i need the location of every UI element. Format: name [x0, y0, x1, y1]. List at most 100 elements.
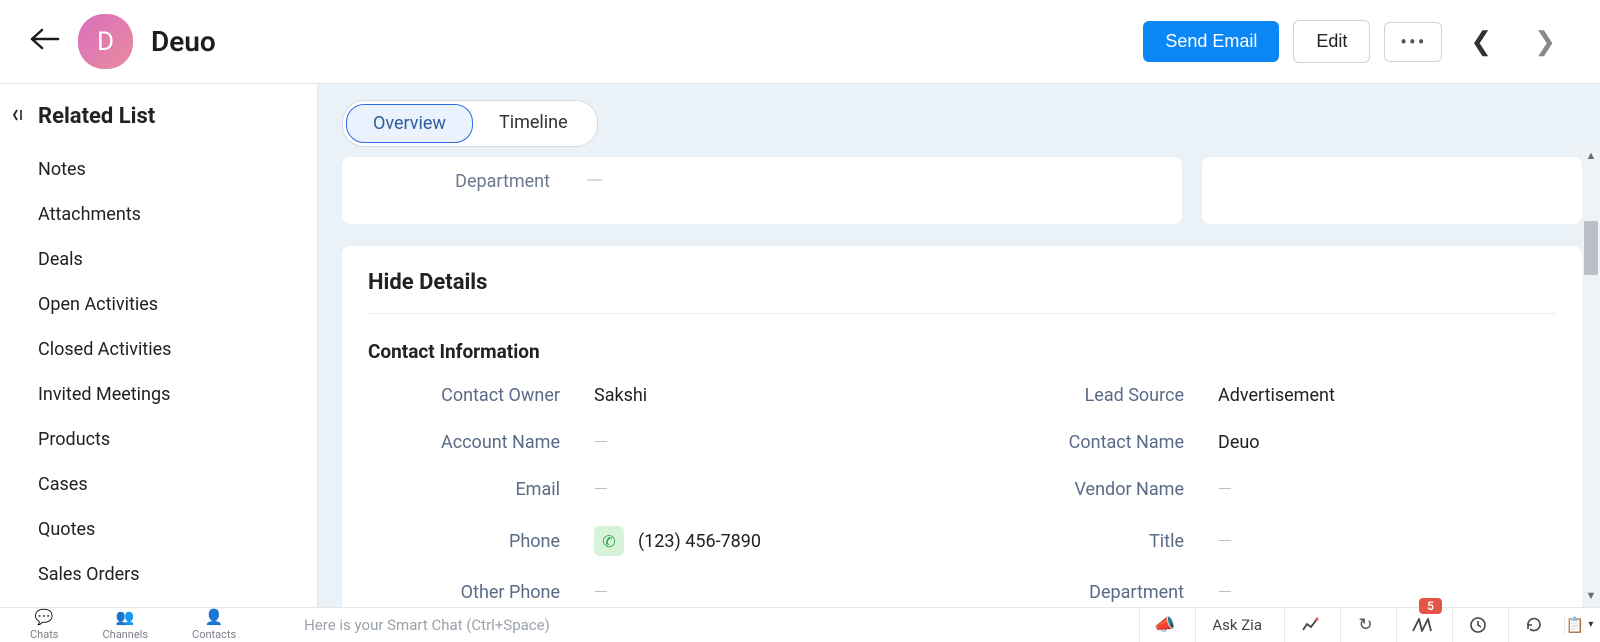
- field-value: Sakshi: [594, 385, 647, 406]
- header-left: D Deuo: [30, 14, 216, 69]
- field-label: Department: [992, 582, 1184, 603]
- sidebar-header: Related List: [8, 104, 309, 129]
- summary-card-right: [1202, 157, 1582, 224]
- back-arrow-icon[interactable]: [30, 27, 60, 57]
- prev-record-icon[interactable]: ❮: [1456, 23, 1506, 61]
- sidebar-title: Related List: [38, 104, 155, 129]
- vendor-name-field: Vendor Name —: [992, 479, 1556, 500]
- sidebar-item-open-activities[interactable]: Open Activities: [8, 282, 309, 327]
- field-value: Deuo: [1218, 432, 1260, 453]
- details-card: Hide Details Contact Information Contact…: [342, 246, 1582, 607]
- zia-icon[interactable]: 5: [1396, 608, 1446, 642]
- footer-tab-label: Contacts: [192, 628, 236, 641]
- edit-button[interactable]: Edit: [1293, 20, 1370, 63]
- tabs-pill: Overview Timeline: [342, 100, 598, 147]
- footer-left: 💬 Chats 👥 Channels 👤 Contacts Here is yo…: [0, 608, 550, 641]
- department-row: Department —: [368, 169, 1156, 194]
- sidebar-item-cases[interactable]: Cases: [8, 462, 309, 507]
- scroll-thumb[interactable]: [1584, 221, 1598, 275]
- contact-owner-field: Contact Owner Sakshi: [368, 385, 932, 406]
- field-value: ✆ (123) 456-7890: [594, 526, 761, 556]
- sidebar-item-attachments[interactable]: Attachments: [8, 192, 309, 237]
- department-label: Department: [368, 171, 550, 192]
- record-header: D Deuo Send Email Edit ••• ❮ ❯: [0, 0, 1600, 84]
- department-detail-field: Department —: [992, 582, 1556, 603]
- sidebar-item-quotes[interactable]: Quotes: [8, 507, 309, 552]
- contacts-icon: 👤: [205, 608, 224, 626]
- smart-chat-input[interactable]: Here is your Smart Chat (Ctrl+Space): [304, 616, 550, 634]
- sidebar-item-products[interactable]: Products: [8, 417, 309, 462]
- field-value: —: [594, 432, 608, 453]
- announce-icon[interactable]: 📣: [1139, 608, 1189, 642]
- footer-tab-channels[interactable]: 👥 Channels: [102, 608, 148, 641]
- record-avatar: D: [78, 14, 133, 69]
- field-value: —: [594, 582, 608, 603]
- phone-icon[interactable]: ✆: [594, 526, 624, 556]
- phone-field: Phone ✆ (123) 456-7890: [368, 526, 932, 556]
- field-value: —: [1218, 479, 1232, 500]
- body: Related List Notes Attachments Deals Ope…: [0, 84, 1600, 607]
- dropdown-arrow-icon: ▾: [1588, 619, 1593, 630]
- content-scroll[interactable]: Department — Hide Details Contact Inform…: [318, 147, 1600, 607]
- field-label: Phone: [368, 531, 560, 552]
- refresh-icon[interactable]: ↻: [1340, 608, 1390, 642]
- sidebar-item-notes[interactable]: Notes: [8, 147, 309, 192]
- record-title: Deuo: [151, 25, 216, 58]
- summary-row: Department —: [342, 157, 1582, 224]
- field-value: —: [594, 479, 608, 500]
- scroll-up-icon[interactable]: ▲: [1582, 149, 1600, 165]
- email-field: Email —: [368, 479, 932, 500]
- content-scrollbar[interactable]: ▲ ▼: [1582, 147, 1600, 607]
- tabs-bar: Overview Timeline: [318, 84, 1600, 147]
- scroll-down-icon[interactable]: ▼: [1582, 589, 1600, 605]
- history-icon[interactable]: [1508, 608, 1558, 642]
- title-field: Title —: [992, 526, 1556, 556]
- hide-details-toggle[interactable]: Hide Details: [368, 270, 1556, 314]
- chat-icon: 💬: [35, 608, 54, 626]
- field-label: Vendor Name: [992, 479, 1184, 500]
- footer-tab-label: Channels: [102, 628, 148, 641]
- contact-info-title: Contact Information: [368, 340, 1556, 363]
- sidebar-list: Notes Attachments Deals Open Activities …: [8, 147, 309, 597]
- more-actions-button[interactable]: •••: [1384, 22, 1442, 62]
- collapse-sidebar-icon[interactable]: [12, 108, 26, 126]
- lead-source-field: Lead Source Advertisement: [992, 385, 1556, 406]
- field-value: Advertisement: [1218, 385, 1335, 406]
- summary-card-left: Department —: [342, 157, 1182, 224]
- contact-name-field: Contact Name Deuo: [992, 432, 1556, 453]
- field-value: —: [1218, 531, 1232, 552]
- phone-number-text: (123) 456-7890: [638, 531, 761, 552]
- field-label: Account Name: [368, 432, 560, 453]
- sidebar-item-closed-activities[interactable]: Closed Activities: [8, 327, 309, 372]
- footer-right: 📣 Ask Zia ↻ 5 📋▾: [1139, 608, 1600, 642]
- clipboard-icon[interactable]: 📋▾: [1564, 616, 1594, 634]
- field-label: Contact Owner: [368, 385, 560, 406]
- field-label: Lead Source: [992, 385, 1184, 406]
- notification-badge: 5: [1419, 598, 1442, 614]
- other-phone-field: Other Phone —: [368, 582, 932, 603]
- footer-tab-label: Chats: [30, 628, 58, 641]
- next-record-icon[interactable]: ❯: [1520, 23, 1570, 61]
- account-name-field: Account Name —: [368, 432, 932, 453]
- footer-tab-chats[interactable]: 💬 Chats: [30, 608, 58, 641]
- channels-icon: 👥: [116, 608, 135, 626]
- sidebar-item-deals[interactable]: Deals: [8, 237, 309, 282]
- contact-info-grid: Contact Owner Sakshi Lead Source Adverti…: [368, 385, 1556, 603]
- field-label: Other Phone: [368, 582, 560, 603]
- field-label: Title: [992, 531, 1184, 552]
- chart-line-icon[interactable]: [1284, 608, 1334, 642]
- tab-overview[interactable]: Overview: [346, 104, 473, 143]
- department-value: —: [586, 169, 603, 194]
- clock-icon[interactable]: [1452, 608, 1502, 642]
- record-content: Overview Timeline Department — Hide Deta…: [318, 84, 1600, 607]
- tab-timeline[interactable]: Timeline: [473, 104, 594, 143]
- footer-tab-contacts[interactable]: 👤 Contacts: [192, 608, 236, 641]
- bottom-bar: 💬 Chats 👥 Channels 👤 Contacts Here is yo…: [0, 607, 1600, 641]
- field-label: Email: [368, 479, 560, 500]
- header-actions: Send Email Edit ••• ❮ ❯: [1143, 20, 1570, 63]
- field-label: Contact Name: [992, 432, 1184, 453]
- sidebar-item-sales-orders[interactable]: Sales Orders: [8, 552, 309, 597]
- send-email-button[interactable]: Send Email: [1143, 21, 1279, 62]
- ask-zia-button[interactable]: Ask Zia: [1195, 608, 1278, 642]
- sidebar-item-invited-meetings[interactable]: Invited Meetings: [8, 372, 309, 417]
